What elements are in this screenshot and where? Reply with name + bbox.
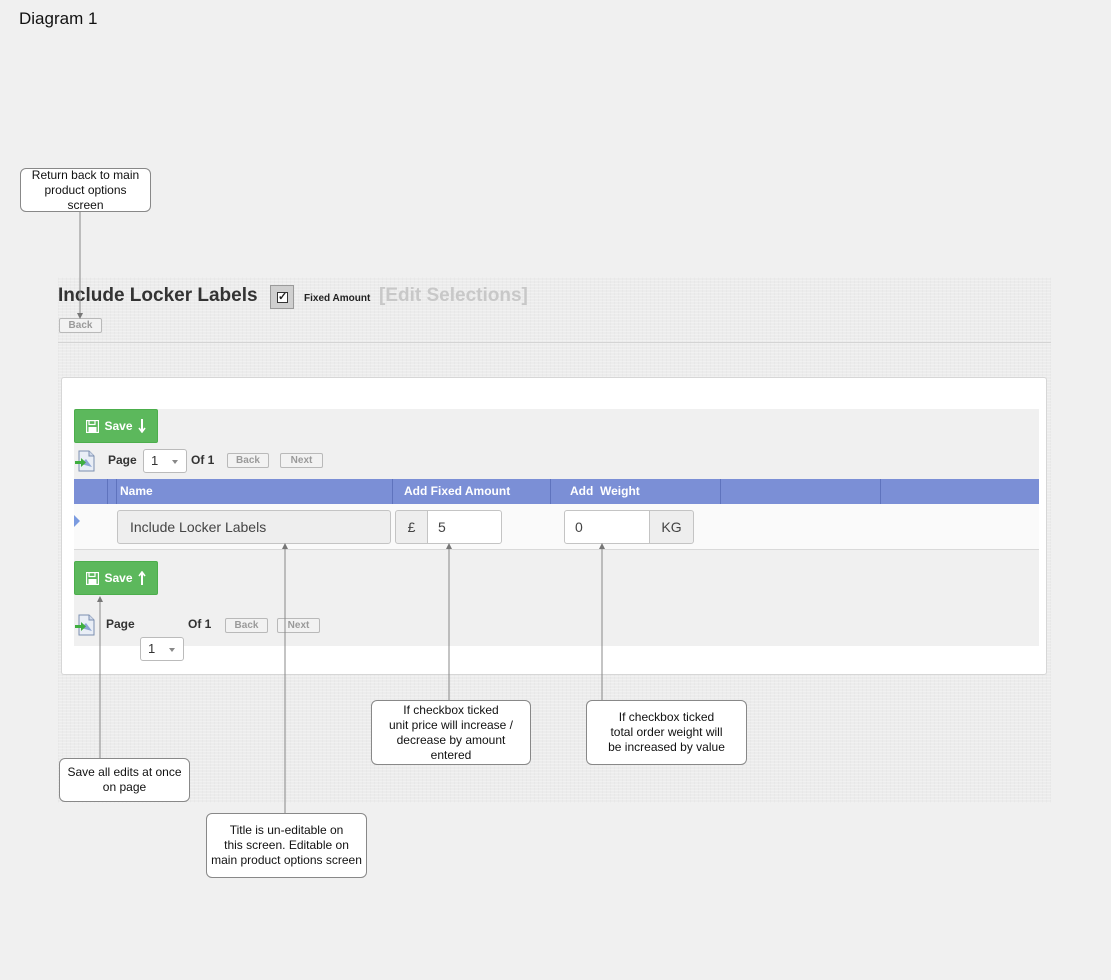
callout-line: product options screen: [44, 182, 127, 212]
callout-weight: If checkbox ticked total order weight wi…: [586, 700, 747, 765]
callout-line: on page: [102, 780, 147, 794]
callout-line: If checkbox ticked: [403, 702, 499, 717]
callout-line: If checkbox ticked: [618, 710, 715, 724]
callout-title: Title is un-editable on this screen. Edi…: [206, 813, 367, 878]
callout-save: Save all edits at once on page: [59, 758, 190, 802]
callout-line: this screen. Editable on: [224, 838, 349, 852]
callout-line: main product options screen: [211, 853, 362, 867]
callout-fixed-amount: If checkbox ticked unit price will incre…: [371, 700, 531, 765]
callout-line: decrease by amount entered: [396, 732, 506, 762]
callout-line: total order weight will: [610, 725, 723, 739]
callout-line: Save all edits at once: [67, 765, 182, 779]
callout-line: be increased by value: [608, 740, 725, 754]
callout-connectors: [77, 212, 605, 813]
callout-line: Title is un-editable on: [229, 823, 344, 837]
callout-line: unit price will increase /: [388, 717, 514, 732]
callout-back: Return back to main product options scre…: [20, 168, 151, 212]
callout-line: Return back to main: [31, 167, 140, 182]
